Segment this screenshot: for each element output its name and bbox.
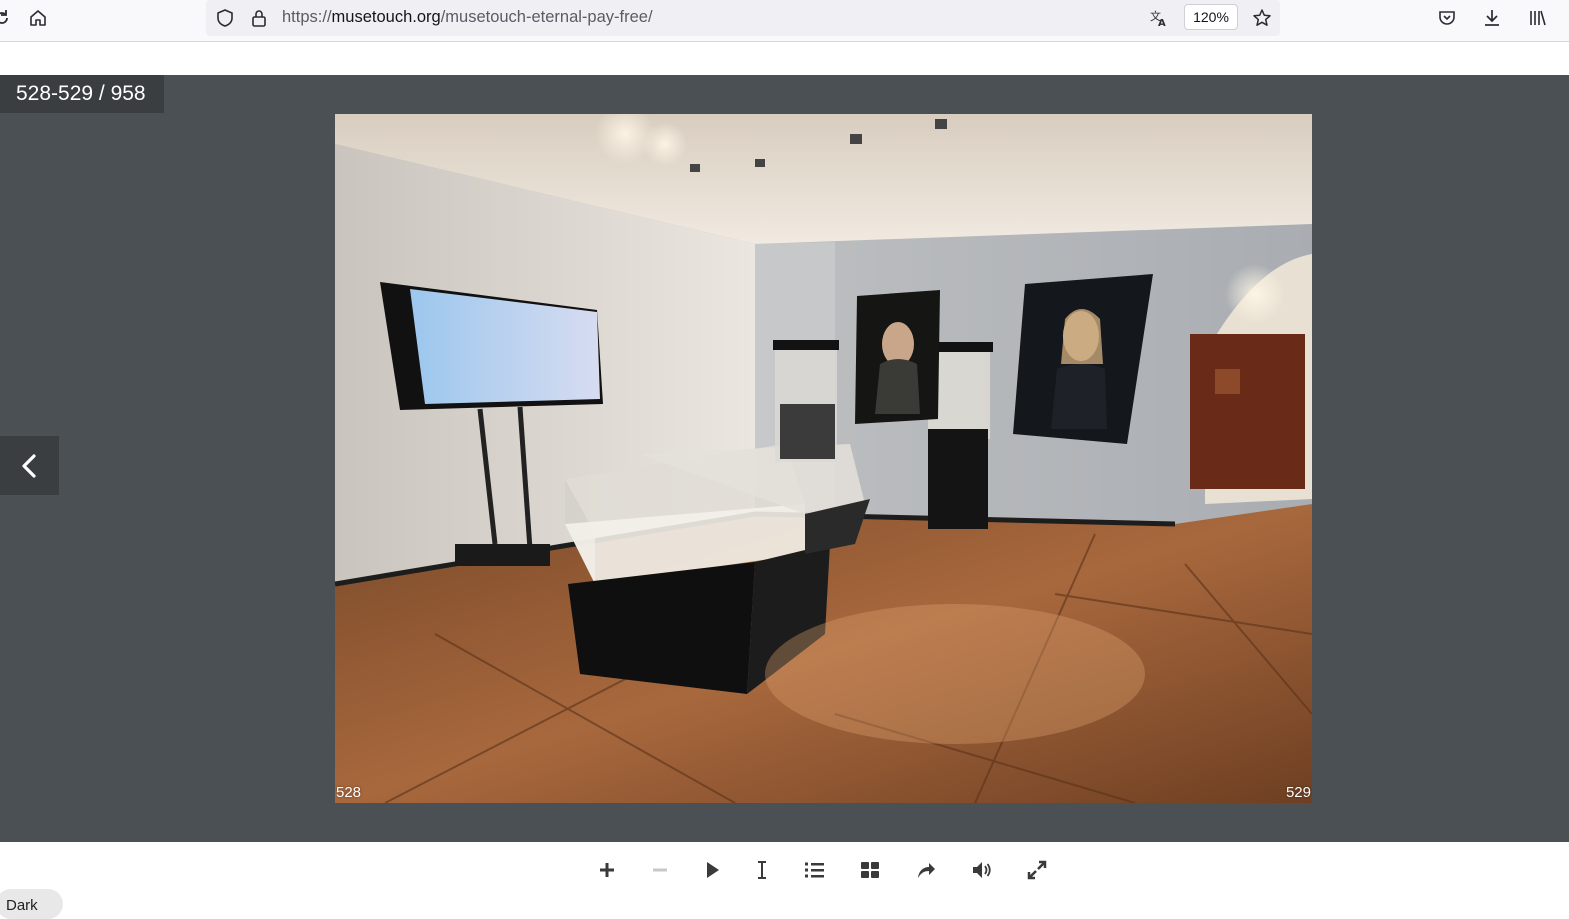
right-page-number: 529 xyxy=(1285,784,1311,801)
chevron-left-icon xyxy=(21,453,36,478)
dark-mode-toggle[interactable]: Dark xyxy=(0,889,63,919)
url-text[interactable]: https://musetouch.org/musetouch-eternal-… xyxy=(282,8,653,27)
star-icon[interactable] xyxy=(1246,4,1278,32)
svg-text:A: A xyxy=(1158,18,1166,28)
translate-icon[interactable]: 文A xyxy=(1143,4,1175,32)
flipbook-viewer: 528-529 / 958 528 529 xyxy=(0,75,1569,842)
grid-icon[interactable] xyxy=(853,856,887,884)
sound-icon[interactable] xyxy=(965,856,999,884)
shield-icon[interactable] xyxy=(209,4,241,32)
page-spread[interactable]: 528 529 xyxy=(335,114,1312,803)
fullscreen-icon[interactable] xyxy=(1020,856,1054,884)
browser-toolbar: https://musetouch.org/musetouch-eternal-… xyxy=(0,0,1569,42)
share-icon[interactable] xyxy=(909,856,943,884)
library-icon[interactable] xyxy=(1522,4,1554,32)
zoom-level-badge[interactable]: 120% xyxy=(1184,4,1238,30)
left-page-number: 528 xyxy=(336,784,362,801)
download-icon[interactable] xyxy=(1476,4,1508,32)
page-counter: 528-529 / 958 xyxy=(0,75,164,113)
text-cursor-icon[interactable] xyxy=(745,856,779,884)
home-icon[interactable] xyxy=(22,4,54,32)
list-icon[interactable] xyxy=(797,856,831,884)
viewer-controls xyxy=(0,842,1569,912)
reload-icon[interactable] xyxy=(0,4,18,32)
play-icon[interactable] xyxy=(695,856,729,884)
gallery-room-photo xyxy=(335,114,1312,803)
zoom-in-icon[interactable] xyxy=(590,856,624,884)
pocket-icon[interactable] xyxy=(1431,4,1463,32)
lock-icon[interactable] xyxy=(243,4,275,32)
previous-page-button[interactable] xyxy=(0,436,59,495)
zoom-out-icon[interactable] xyxy=(643,856,677,884)
